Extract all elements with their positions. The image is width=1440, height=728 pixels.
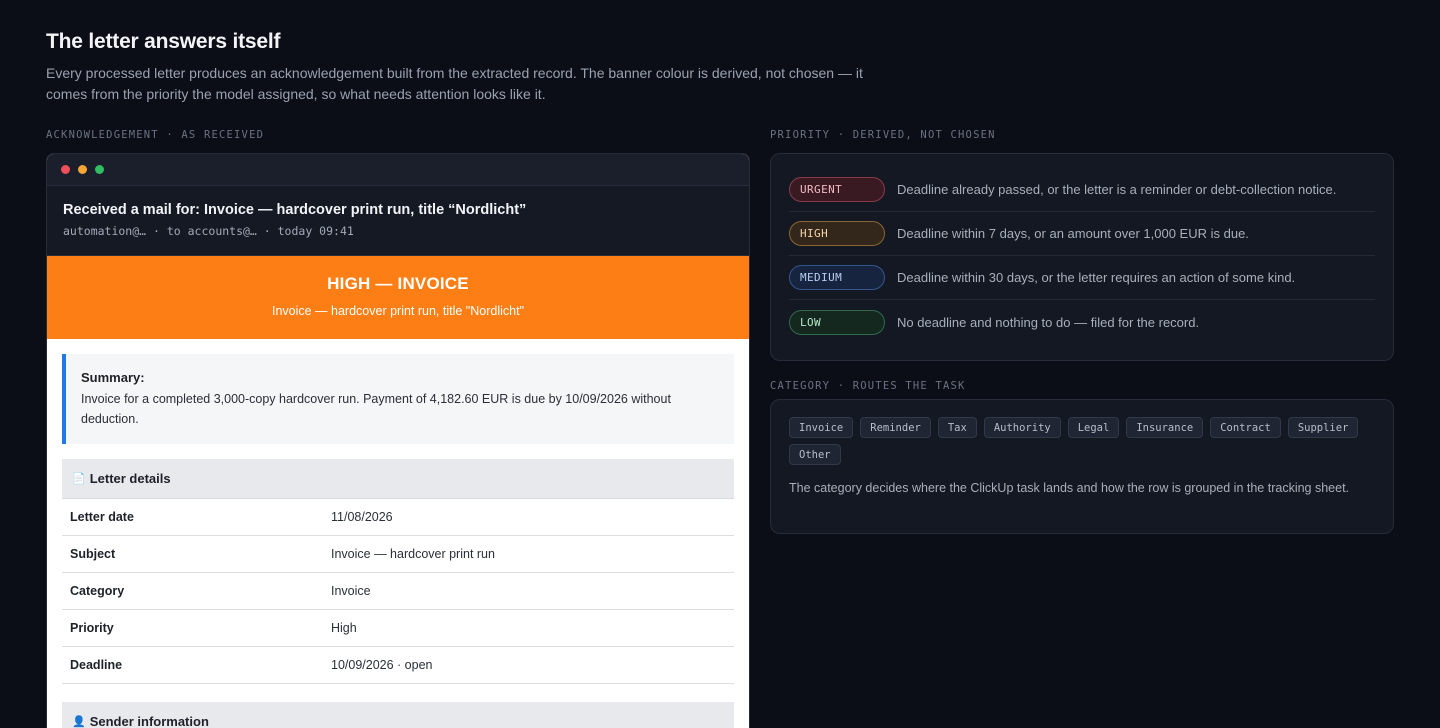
detail-value: 11/08/2026 <box>331 510 393 524</box>
priority-description: Deadline within 7 days, or an amount ove… <box>897 226 1249 241</box>
sender-information-heading: 👤 Sender information <box>62 702 734 728</box>
category-tag: Reminder <box>860 417 931 438</box>
category-tag: Invoice <box>789 417 854 438</box>
category-tag: Supplier <box>1287 417 1359 438</box>
priority-row-low: LOW No deadline and nothing to do — file… <box>789 300 1375 344</box>
letter-details-heading: 📄 Letter details <box>62 459 734 499</box>
detail-value: High <box>331 621 357 635</box>
mail-titlebar <box>47 154 749 186</box>
detail-key: Category <box>70 584 125 598</box>
detail-value: 10/09/2026 · open <box>331 658 433 672</box>
detail-value: Invoice <box>331 584 371 598</box>
mail-meta: automation@… · to accounts@… · today 09:… <box>63 224 354 238</box>
detail-row: Priority High <box>62 610 734 647</box>
summary-box: Summary: Invoice for a completed 3,000-c… <box>62 354 734 444</box>
priority-row-medium: MEDIUM Deadline within 30 days, or the l… <box>789 256 1375 300</box>
priority-pill-high: HIGH <box>789 221 885 246</box>
document-icon: 📄 <box>72 473 86 485</box>
banner-subtitle: Invoice — hardcover print run, title "No… <box>271 304 525 318</box>
summary-label: Summary: <box>81 370 145 385</box>
priority-pill-medium: MEDIUM <box>789 265 885 290</box>
priority-description: Deadline already passed, or the letter i… <box>897 182 1337 197</box>
category-card: Invoice Reminder Tax Authority Legal Ins… <box>770 399 1394 534</box>
summary-text: Invoice for a completed 3,000-copy hardc… <box>81 392 671 426</box>
priority-row-urgent: URGENT Deadline already passed, or the l… <box>789 168 1375 212</box>
category-description: The category decides where the ClickUp t… <box>789 481 1350 495</box>
close-window-dot[interactable] <box>61 165 70 174</box>
page-title: The letter answers itself <box>46 30 281 53</box>
detail-row: Subject Invoice — hardcover print run <box>62 536 734 573</box>
detail-value: Invoice — hardcover print run <box>331 547 495 561</box>
page-description: Every processed letter produces an ackno… <box>46 65 863 102</box>
letter-details-label: Letter details <box>89 471 171 486</box>
category-tag: Other <box>789 444 841 465</box>
minimize-window-dot[interactable] <box>78 165 87 174</box>
priority-description: No deadline and nothing to do — filed fo… <box>897 314 1200 330</box>
priority-description: Deadline within 30 days, or the letter r… <box>897 270 1296 285</box>
category-tag: Legal <box>1067 417 1120 438</box>
category-tag: Authority <box>983 417 1061 438</box>
mail-window: Received a mail for: Invoice — hardcover… <box>46 153 750 728</box>
mail-header: Received a mail for: Invoice — hardcover… <box>47 186 749 256</box>
detail-row: Letter date 11/08/2026 <box>62 499 734 536</box>
mail-body: Summary: Invoice for a completed 3,000-c… <box>47 339 749 728</box>
person-icon: 👤 <box>72 716 86 728</box>
detail-key: Priority <box>70 621 114 635</box>
banner-title: HIGH — INVOICE <box>327 274 469 293</box>
category-tags: Invoice Reminder Tax Authority Legal Ins… <box>789 417 1359 465</box>
category-tag: Insurance <box>1126 417 1204 438</box>
mail-subject: Received a mail for: Invoice — hardcover… <box>63 202 527 218</box>
section-label-acknowledgement: ACKNOWLEDGEMENT · AS RECEIVED <box>46 129 265 141</box>
priority-row-high: HIGH Deadline within 7 days, or an amoun… <box>789 212 1375 256</box>
category-tag: Contract <box>1210 417 1281 438</box>
detail-key: Subject <box>70 547 116 561</box>
category-tag: Tax <box>937 417 977 438</box>
section-label-priority: PRIORITY · DERIVED, NOT CHOSEN <box>770 129 996 141</box>
priority-pill-low: LOW <box>789 309 885 335</box>
priority-pill-urgent: URGENT <box>789 177 885 202</box>
priority-legend-card: URGENT Deadline already passed, or the l… <box>770 153 1394 361</box>
sender-information-label: Sender information <box>89 714 209 728</box>
maximize-window-dot[interactable] <box>95 165 104 174</box>
detail-row: Deadline 10/09/2026 · open <box>62 647 734 684</box>
detail-key: Letter date <box>70 510 134 524</box>
detail-row: Category Invoice <box>62 573 734 610</box>
priority-banner: HIGH — INVOICE Invoice — hardcover print… <box>47 256 749 339</box>
section-label-category: CATEGORY · ROUTES THE TASK <box>770 380 966 392</box>
detail-key: Deadline <box>70 658 123 672</box>
